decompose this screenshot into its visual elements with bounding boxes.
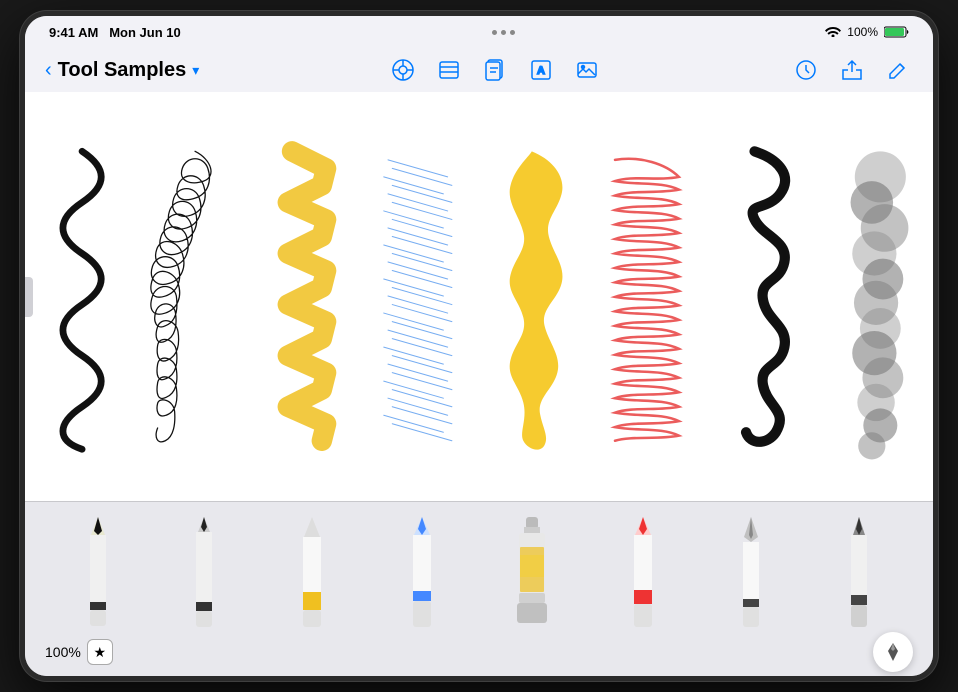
- brush-sample-red-crayon: [593, 92, 707, 501]
- brush-sample-yellow-marker: [252, 92, 366, 501]
- tools-row: [25, 502, 933, 632]
- svg-text:A: A: [537, 65, 545, 77]
- tool-fineliner[interactable]: [190, 517, 218, 632]
- pages-icon[interactable]: [480, 55, 510, 85]
- tool-dark-marker[interactable]: [843, 517, 875, 632]
- brush-sample-loops: [139, 92, 253, 501]
- battery-icon: [884, 26, 909, 38]
- zoom-badge: 100% ★: [45, 639, 113, 665]
- share-icon[interactable]: [837, 55, 867, 85]
- status-center: [492, 30, 515, 35]
- star-icon: ★: [94, 644, 107, 661]
- status-right: 100%: [825, 25, 909, 40]
- status-dot-2: [501, 30, 506, 35]
- brush-sample-blue-pencil: [366, 92, 480, 501]
- image-icon[interactable]: [572, 55, 602, 85]
- ipad-frame: 9:41 AM Mon Jun 10 100%: [19, 10, 939, 682]
- edit-icon[interactable]: [883, 55, 913, 85]
- brush-sample-yellow-fill: [479, 92, 593, 501]
- tool-black-pencil[interactable]: [83, 517, 113, 632]
- draw-tool-icon[interactable]: [388, 55, 418, 85]
- tool-paint-bucket[interactable]: [514, 517, 550, 632]
- status-dot-3: [510, 30, 515, 35]
- status-time: 9:41 AM Mon Jun 10: [49, 25, 181, 40]
- left-edge-button[interactable]: [25, 277, 33, 317]
- pencil-tip-button[interactable]: [873, 632, 913, 672]
- canvas-area: [25, 92, 933, 501]
- battery-percentage: 100%: [847, 25, 878, 39]
- brush-sample-ink-wash: [820, 92, 934, 501]
- brush-samples: [25, 92, 933, 501]
- tool-blue-marker[interactable]: [406, 517, 438, 632]
- nav-center-icons: A: [388, 55, 602, 85]
- title-dropdown-icon[interactable]: ▾: [192, 62, 199, 79]
- nav-left: ‹ Tool Samples ▾: [45, 59, 199, 82]
- history-icon[interactable]: [791, 55, 821, 85]
- status-bar: 9:41 AM Mon Jun 10 100%: [25, 16, 933, 48]
- tool-yellow-marker[interactable]: [295, 517, 329, 632]
- page-title: Tool Samples: [58, 59, 187, 82]
- ipad-screen: 9:41 AM Mon Jun 10 100%: [25, 16, 933, 676]
- brush-sample-black-calligraphy: [706, 92, 820, 501]
- back-chevron-icon: ‹: [45, 60, 52, 80]
- brush-sample-black-pen: [25, 92, 139, 501]
- nav-right-icons: [791, 55, 913, 85]
- tools-panel: 100% ★: [25, 501, 933, 676]
- tool-red-crayon[interactable]: [627, 517, 659, 632]
- tool-fountain-pen[interactable]: [736, 517, 766, 632]
- tools-footer: 100% ★: [25, 632, 933, 676]
- wifi-icon: [825, 25, 841, 40]
- zoom-level: 100%: [45, 644, 81, 660]
- back-button[interactable]: ‹: [45, 60, 52, 80]
- favorite-badge[interactable]: ★: [87, 639, 113, 665]
- status-dot-1: [492, 30, 497, 35]
- text-icon[interactable]: A: [526, 55, 556, 85]
- nav-bar: ‹ Tool Samples ▾: [25, 48, 933, 92]
- layers-icon[interactable]: [434, 55, 464, 85]
